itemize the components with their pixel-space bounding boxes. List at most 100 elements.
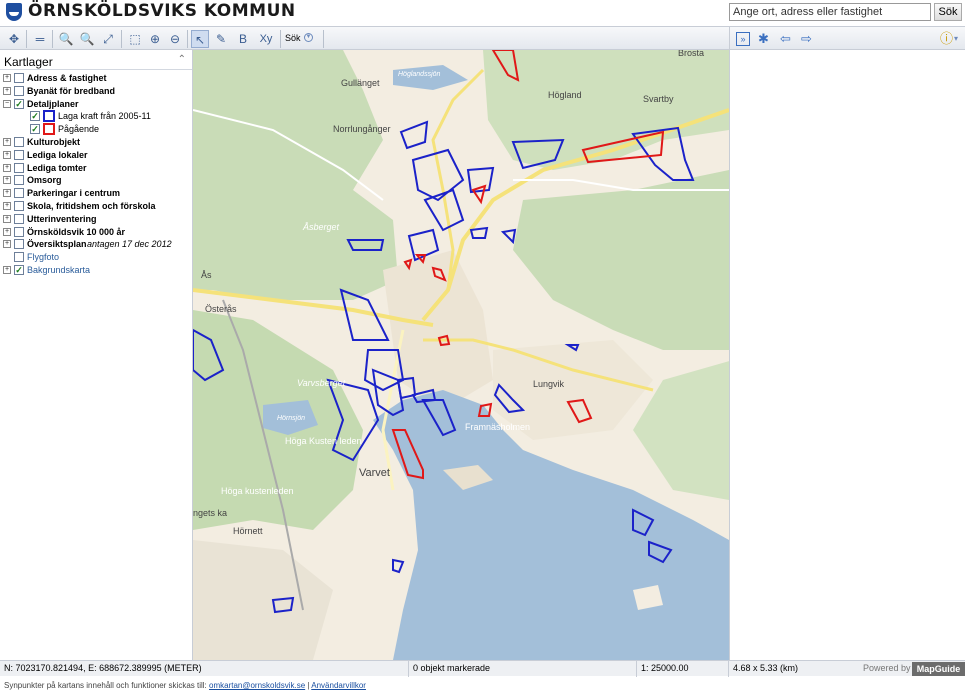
layer-checkbox[interactable]	[14, 137, 24, 147]
map-label: Gullänget	[341, 78, 380, 88]
map-label: Högland	[548, 90, 582, 100]
expand-icon[interactable]: +	[3, 163, 11, 172]
terms-link[interactable]: Användarvillkor	[311, 681, 366, 690]
feedback-email-link[interactable]: omkartan@ornskoldsvik.se	[209, 681, 305, 690]
task-pane	[729, 50, 965, 660]
toolbar-search-label[interactable]: Sök	[285, 33, 301, 43]
toolbar-separator	[121, 30, 122, 48]
map-label: Ås	[201, 270, 212, 280]
expand-icon[interactable]: +	[3, 202, 11, 210]
expand-icon[interactable]: +	[3, 227, 11, 236]
layer-checkbox[interactable]	[14, 226, 24, 237]
xy-coordinate-icon[interactable]: Xy	[256, 30, 276, 48]
site-title: ÖRNSKÖLDSVIKS KOMMUN	[28, 1, 296, 21]
app-window: ÖRNSKÖLDSVIKS KOMMUN Sök ✥ ═ 🔍 🔍 ⤢ ⬚ ⊕ ⊖…	[0, 0, 965, 695]
map-label: Höga kustenleden	[221, 486, 294, 496]
legend-swatch-icon	[43, 110, 55, 123]
layer-checkbox[interactable]	[14, 85, 24, 96]
zoom-out-icon[interactable]: ⊖	[166, 30, 184, 48]
zoom-extents-icon[interactable]: ⤢	[99, 30, 117, 48]
layer-checkbox[interactable]	[14, 188, 24, 199]
selection-count: 0 objekt markerade	[408, 661, 636, 677]
zoom-in-icon[interactable]: ⊕	[146, 30, 164, 48]
map-label: Norrlungånger	[333, 124, 391, 134]
footer-separator: |	[307, 681, 310, 690]
layer-checkbox[interactable]: ✓	[14, 265, 24, 275]
layer-label: Flygfoto	[27, 252, 60, 263]
expand-panel-icon[interactable]: »	[736, 32, 750, 46]
expand-icon[interactable]: +	[3, 150, 11, 159]
layer-checkbox[interactable]: ✓	[30, 111, 40, 122]
toolbar-separator	[52, 30, 53, 48]
layer-label: Utterinventering	[27, 213, 97, 224]
expand-icon[interactable]: +	[3, 266, 11, 274]
feedback-text: Synpunkter på kartans innehåll och funkt…	[4, 681, 207, 690]
zoom-previous-icon[interactable]: 🔍	[57, 30, 75, 48]
layer-panel-title: Kartlager	[4, 55, 53, 69]
search-button[interactable]: Sök	[934, 3, 962, 21]
status-bar: N: 7023170.821494, E: 688672.389995 (MET…	[0, 660, 965, 677]
layer-checkbox[interactable]	[14, 149, 24, 160]
collapse-icon[interactable]: −	[3, 99, 11, 108]
expand-icon[interactable]: +	[3, 86, 11, 95]
search-input[interactable]	[729, 3, 931, 21]
map-label: Varvet	[359, 467, 390, 479]
powered-by-label: Powered by	[863, 663, 911, 673]
layer-checkbox[interactable]	[14, 239, 24, 250]
expand-icon[interactable]: +	[3, 189, 11, 198]
toolbar-separator	[323, 30, 324, 48]
map-label: Svartby	[643, 94, 674, 104]
info-icon[interactable]: ⓘ	[940, 30, 953, 48]
layer-checkbox[interactable]	[14, 252, 24, 263]
toolbar-separator	[280, 30, 281, 48]
coordinate-readout: N: 7023170.821494, E: 688672.389995 (MET…	[4, 663, 202, 673]
map-canvas[interactable]: Gullänget Höglandssjön Högland Svartby N…	[193, 50, 729, 660]
toolbar-separator	[187, 30, 188, 48]
zoom-rectangle-icon[interactable]: ⬚	[126, 30, 144, 48]
buffer-icon[interactable]: B	[234, 30, 252, 48]
map-label: Brosta	[678, 50, 704, 58]
map-label: ngets ka	[193, 508, 227, 518]
layer-checkbox[interactable]	[14, 213, 24, 224]
map-label: Österås	[205, 304, 237, 314]
expand-icon[interactable]: +	[3, 74, 11, 82]
map-label: Höglandssjön	[398, 71, 441, 78]
zoom-next-icon[interactable]: 🔍	[78, 30, 96, 48]
layer-label: Byanät för bredband	[27, 85, 116, 96]
layer-checkbox[interactable]	[14, 162, 24, 173]
task-pane-toolbar: » ✱ ⇦ ⇨ ⓘ ▾	[729, 26, 965, 50]
layer-checkbox[interactable]	[14, 73, 24, 83]
tasks-icon[interactable]: ✱	[758, 30, 769, 48]
layer-checkbox[interactable]	[14, 201, 24, 211]
back-arrow-icon[interactable]: ⇦	[780, 30, 791, 48]
chevron-down-icon[interactable]: ▼	[304, 33, 313, 42]
map-view[interactable]: Gullänget Höglandssjön Högland Svartby N…	[193, 50, 729, 660]
layer-label: Adress & fastighet	[27, 73, 107, 83]
select-radius-icon[interactable]: ✎	[212, 30, 230, 48]
layer-label-suffix: antagen 17 dec 2012	[87, 239, 172, 250]
layer-checkbox[interactable]	[14, 175, 24, 186]
collapse-icon[interactable]: ⌃	[178, 54, 186, 65]
map-label: Lungvik	[533, 379, 565, 389]
map-label: Hörnsjön	[277, 415, 305, 422]
pan-icon[interactable]: ✥	[5, 30, 23, 48]
map-scale: 1: 25000.00	[636, 661, 728, 677]
layer-label: Omsorg	[27, 175, 62, 186]
map-label: Höga Kusten leden	[285, 436, 362, 446]
layer-checkbox[interactable]: ✓	[14, 98, 24, 109]
forward-arrow-icon[interactable]: ⇨	[801, 30, 812, 48]
map-toolbar: ✥ ═ 🔍 🔍 ⤢ ⬚ ⊕ ⊖ ↖ ✎ B Xy Sök ▼	[0, 26, 729, 50]
layer-label: Översiktsplan	[27, 239, 87, 250]
expand-icon[interactable]: +	[3, 240, 11, 249]
layer-checkbox[interactable]: ✓	[30, 124, 40, 135]
header: ÖRNSKÖLDSVIKS KOMMUN Sök	[0, 0, 965, 24]
expand-icon[interactable]: +	[3, 176, 11, 185]
expand-icon[interactable]: +	[3, 214, 11, 223]
measure-icon[interactable]: ═	[31, 30, 49, 48]
chevron-down-icon[interactable]: ▾	[954, 30, 958, 48]
layer-label: Lediga lokaler	[27, 149, 88, 160]
expand-icon[interactable]: +	[3, 138, 11, 146]
layer-label: Lediga tomter	[27, 162, 87, 173]
layer-panel: Kartlager ⌃ + Adress & fastighet + Byanät f…	[0, 50, 193, 660]
select-icon[interactable]: ↖	[191, 30, 209, 48]
